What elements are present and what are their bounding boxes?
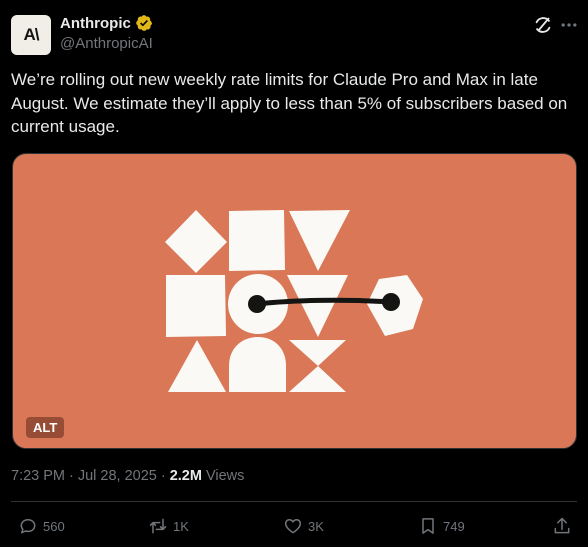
bookmark-count: 749: [443, 518, 465, 534]
reply-icon: [20, 519, 36, 534]
reply-button[interactable]: 560: [18, 516, 65, 536]
repost-count: 1K: [173, 518, 189, 534]
meta-separator: ·: [69, 468, 74, 484]
reply-count: 560: [43, 518, 65, 534]
grok-icon[interactable]: [532, 14, 554, 36]
bookmark-button[interactable]: 749: [418, 516, 465, 536]
avatar-logo: A\: [23, 25, 40, 44]
views-label: Views: [205, 468, 245, 484]
divider: [11, 501, 577, 502]
verified-badge-icon: [136, 15, 152, 31]
author-display-name[interactable]: Anthropic: [60, 15, 131, 32]
avatar[interactable]: A\: [11, 15, 51, 55]
meta-separator: ·: [160, 468, 166, 484]
geometric-shapes-illustration: [165, 210, 423, 392]
like-count: 3K: [308, 518, 324, 534]
author-name-row: Anthropic: [60, 14, 153, 32]
tweet-date[interactable]: Jul 28, 2025: [78, 468, 157, 484]
tweet-text: We’re rolling out new weekly rate limits…: [11, 70, 568, 136]
like-icon: [284, 519, 302, 534]
more-icon[interactable]: [558, 15, 580, 35]
tweet-actions-bar: 560 1K 3K 749: [0, 516, 588, 542]
tweet: A\ Anthropic @AnthropicAI We’re rolling …: [0, 0, 588, 547]
share-button[interactable]: [552, 516, 572, 536]
repost-icon: [149, 518, 167, 534]
bookmark-icon: [422, 518, 434, 534]
views-count: 2.2M: [169, 468, 202, 484]
repost-button[interactable]: 1K: [148, 516, 189, 536]
alt-text-badge[interactable]: ALT: [26, 417, 65, 438]
author-handle[interactable]: @AnthropicAI: [60, 35, 153, 52]
like-button[interactable]: 3K: [283, 516, 324, 536]
tweet-media-image[interactable]: ALT: [12, 153, 577, 449]
tweet-metadata: 7:23 PM · Jul 28, 2025 · 2.2M Views: [11, 468, 244, 484]
tweet-time[interactable]: 7:23 PM: [11, 468, 65, 484]
share-icon: [554, 517, 570, 534]
